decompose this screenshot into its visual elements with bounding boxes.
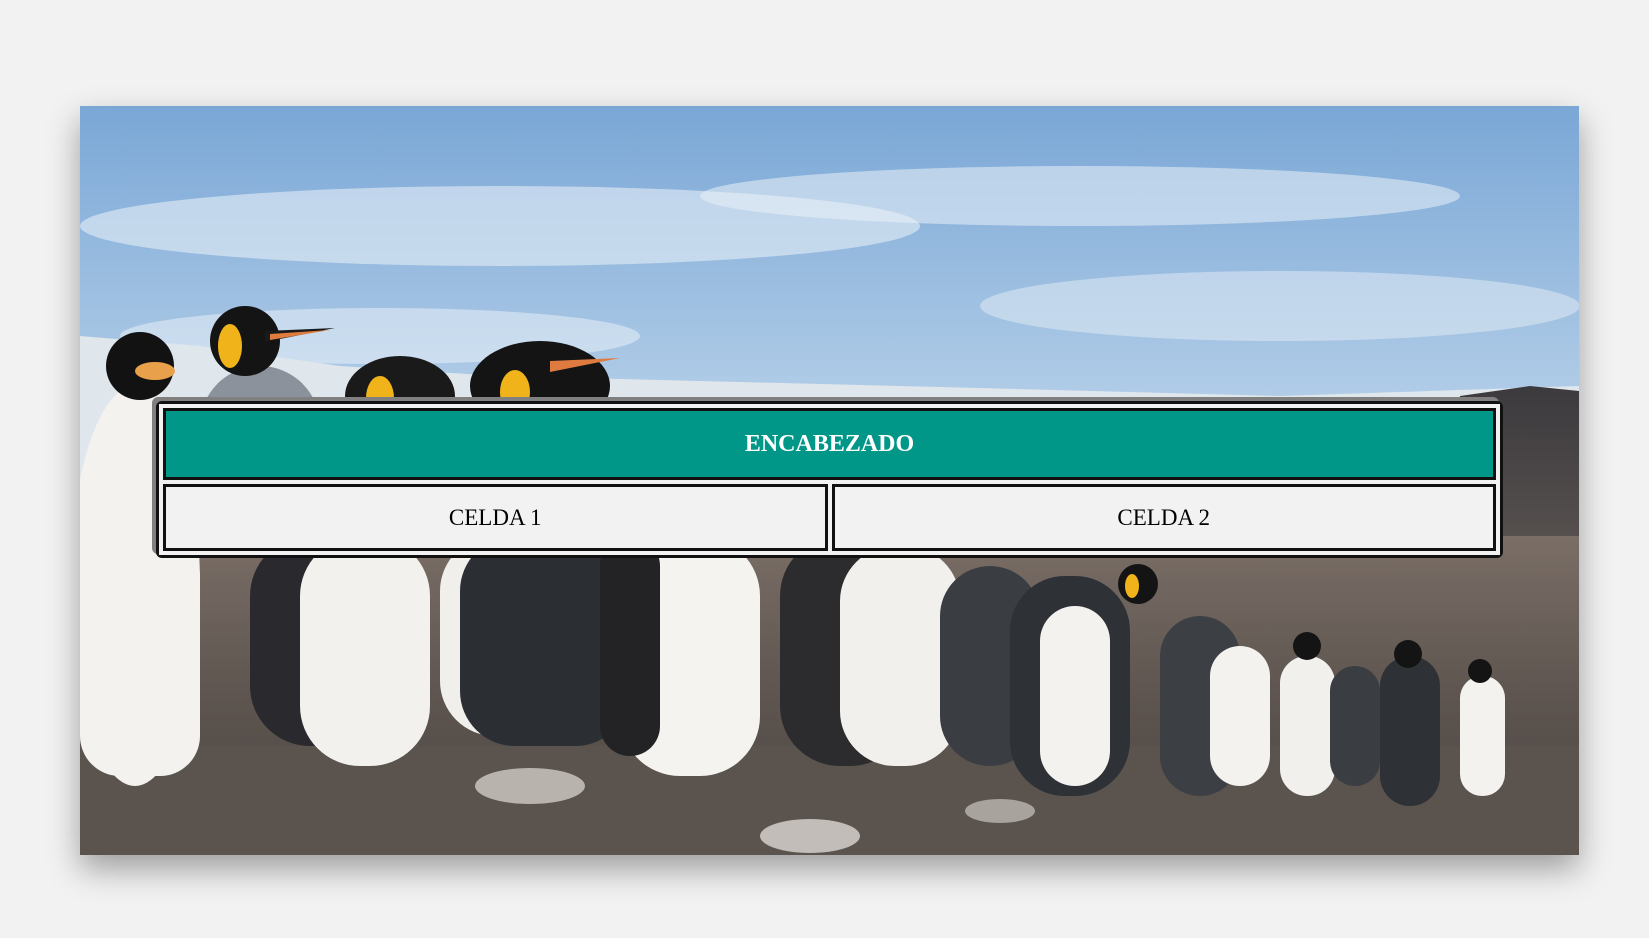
table-container: ENCABEZADO CELDA 1 CELDA 2: [156, 401, 1503, 558]
table-row: CELDA 1 CELDA 2: [163, 484, 1496, 551]
table-cell-1: CELDA 1: [163, 484, 828, 551]
data-table: ENCABEZADO CELDA 1 CELDA 2: [159, 404, 1500, 555]
table-header-row: ENCABEZADO: [163, 408, 1496, 480]
table-header-cell: ENCABEZADO: [163, 408, 1496, 480]
table-cell-2: CELDA 2: [831, 484, 1496, 551]
